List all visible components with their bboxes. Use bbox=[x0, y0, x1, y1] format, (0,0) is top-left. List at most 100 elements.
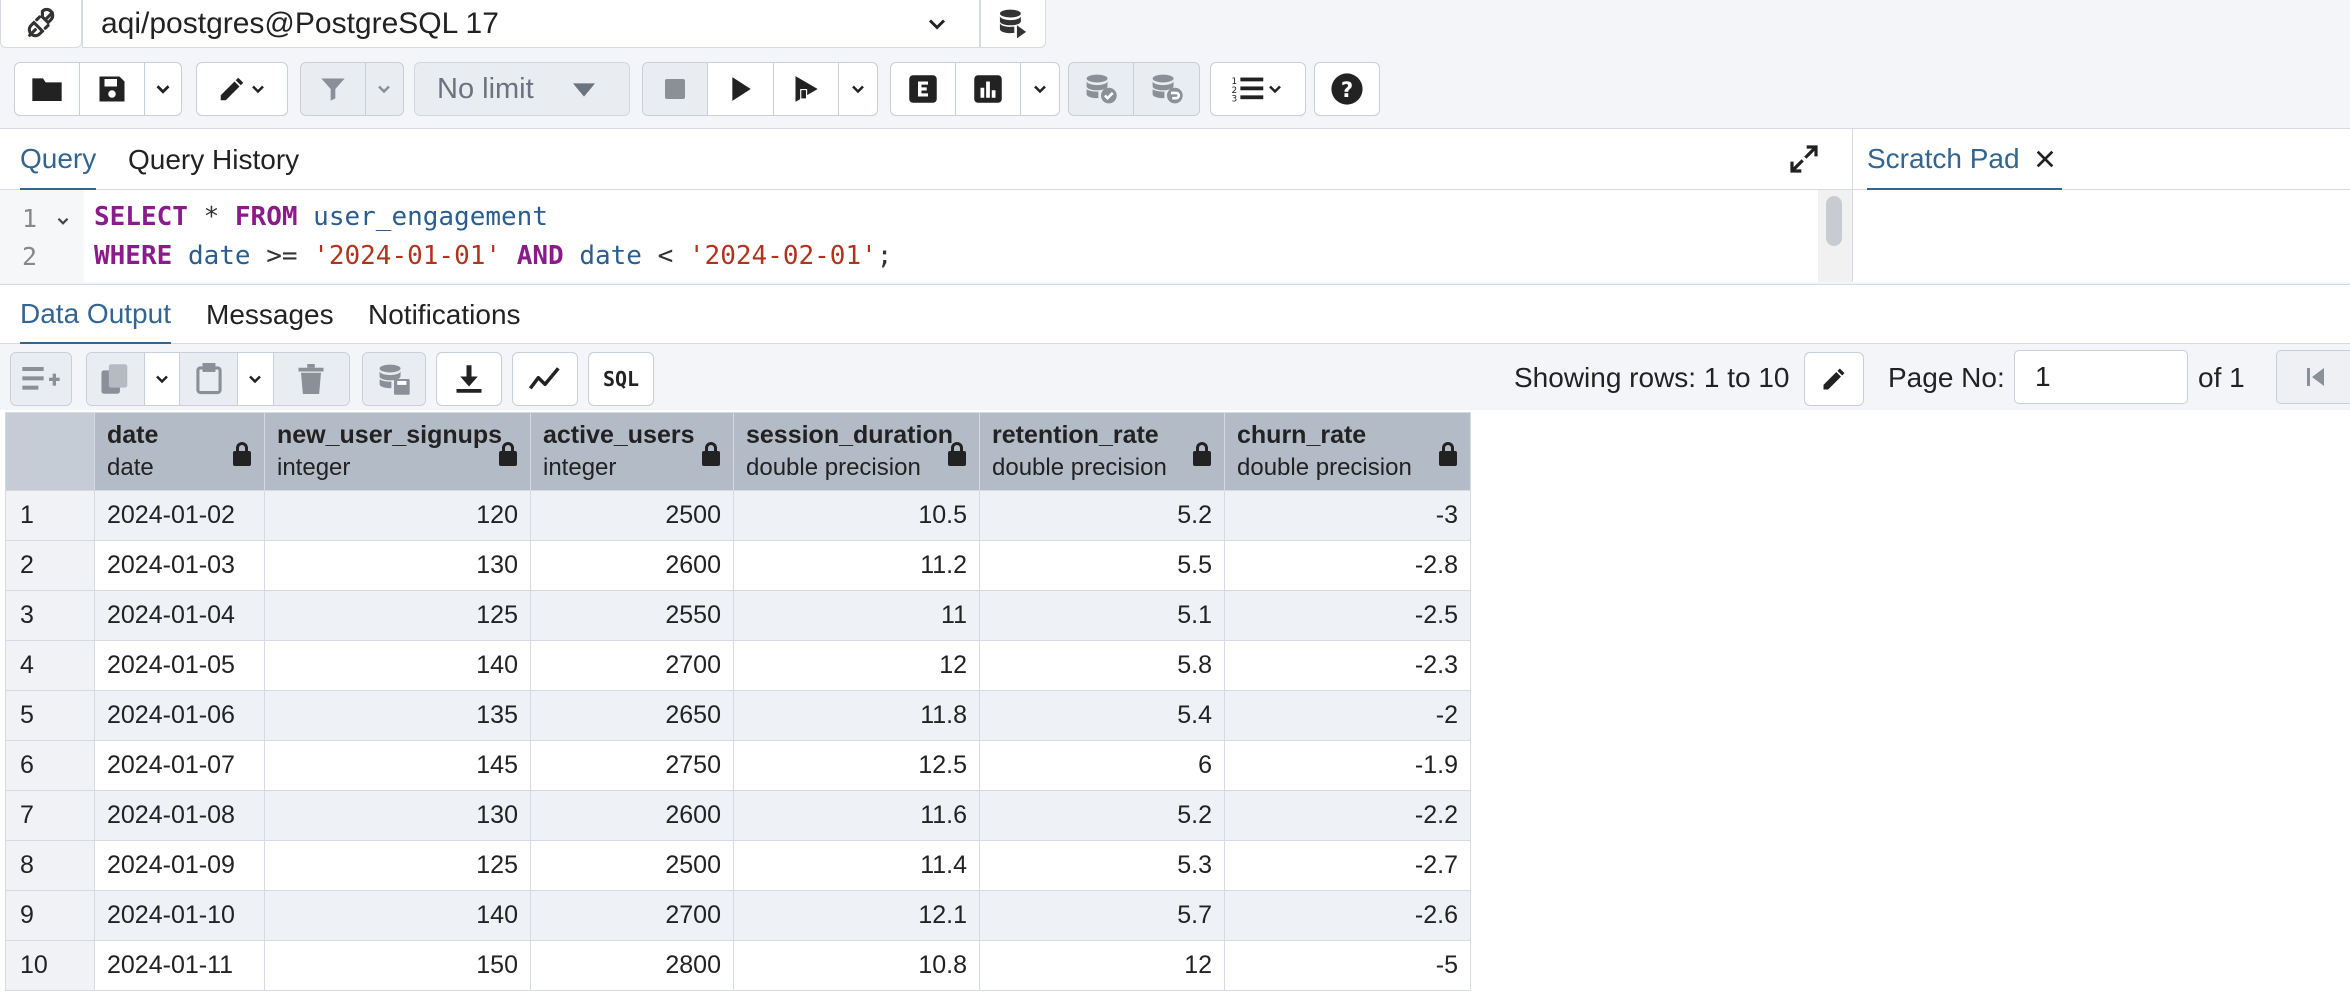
table-cell[interactable]: 2700 bbox=[530, 640, 734, 691]
explain-button[interactable] bbox=[891, 63, 957, 115]
row-number[interactable]: 8 bbox=[5, 840, 95, 891]
table-cell[interactable]: 125 bbox=[264, 840, 531, 891]
table-row[interactable]: 7 2024-01-08 130 2600 11.6 5.2 -2.2 bbox=[5, 790, 1471, 841]
table-cell[interactable]: 11.6 bbox=[733, 790, 980, 841]
table-row[interactable]: 6 2024-01-07 145 2750 12.5 6 -1.9 bbox=[5, 740, 1471, 791]
table-cell[interactable]: 2024-01-02 bbox=[94, 490, 265, 541]
row-number[interactable]: 3 bbox=[5, 590, 95, 641]
add-row-button[interactable] bbox=[10, 352, 72, 406]
stop-button[interactable] bbox=[643, 63, 709, 115]
copy-button[interactable] bbox=[87, 353, 145, 405]
table-cell[interactable]: 2550 bbox=[530, 590, 734, 641]
table-cell[interactable]: 2750 bbox=[530, 740, 734, 791]
row-number[interactable]: 7 bbox=[5, 790, 95, 841]
first-page-button[interactable] bbox=[2276, 350, 2350, 404]
tab-notifications[interactable]: Notifications bbox=[368, 285, 521, 345]
table-cell[interactable]: 2600 bbox=[530, 540, 734, 591]
table-cell[interactable]: 130 bbox=[264, 540, 531, 591]
tab-query[interactable]: Query bbox=[20, 129, 97, 191]
new-connection-button[interactable] bbox=[980, 0, 1046, 48]
copy-options-dropdown[interactable] bbox=[145, 353, 181, 405]
table-cell[interactable]: 2500 bbox=[530, 840, 734, 891]
table-cell[interactable]: 2024-01-03 bbox=[94, 540, 265, 591]
table-cell[interactable]: 5.5 bbox=[979, 540, 1225, 591]
table-cell[interactable]: 2650 bbox=[530, 690, 734, 741]
download-button[interactable] bbox=[437, 353, 501, 405]
commit-button[interactable] bbox=[1069, 63, 1134, 115]
table-cell[interactable]: 2700 bbox=[530, 890, 734, 941]
save-options-dropdown[interactable] bbox=[145, 63, 181, 115]
help-button[interactable]: ? bbox=[1315, 63, 1379, 115]
table-cell[interactable]: -2.3 bbox=[1224, 640, 1471, 691]
table-cell[interactable]: 2800 bbox=[530, 940, 734, 991]
delete-button[interactable] bbox=[273, 353, 349, 405]
row-number[interactable]: 4 bbox=[5, 640, 95, 691]
table-cell[interactable]: 145 bbox=[264, 740, 531, 791]
table-cell[interactable]: 5.3 bbox=[979, 840, 1225, 891]
tab-messages[interactable]: Messages bbox=[206, 285, 334, 345]
table-cell[interactable]: 150 bbox=[264, 940, 531, 991]
explain-analyze-button[interactable] bbox=[956, 63, 1022, 115]
open-file-button[interactable] bbox=[15, 63, 81, 115]
table-cell[interactable]: 2024-01-08 bbox=[94, 790, 265, 841]
column-header[interactable]: date date bbox=[94, 412, 265, 491]
row-limit-select[interactable]: No limit bbox=[414, 62, 630, 116]
table-row[interactable]: 1 2024-01-02 120 2500 10.5 5.2 -3 bbox=[5, 490, 1471, 541]
table-cell[interactable]: 2600 bbox=[530, 790, 734, 841]
execute-button[interactable] bbox=[708, 63, 774, 115]
table-row[interactable]: 10 2024-01-11 150 2800 10.8 12 -5 bbox=[5, 940, 1471, 991]
table-cell[interactable]: -2.8 bbox=[1224, 540, 1471, 591]
column-header[interactable]: retention_rate double precision bbox=[979, 412, 1225, 491]
table-cell[interactable]: 5.7 bbox=[979, 890, 1225, 941]
graph-visualiser-button[interactable] bbox=[513, 353, 577, 405]
table-cell[interactable]: 11.4 bbox=[733, 840, 980, 891]
connection-select[interactable]: aqi/postgres@PostgreSQL 17 bbox=[82, 0, 980, 48]
table-cell[interactable]: -3 bbox=[1224, 490, 1471, 541]
table-cell[interactable]: 5.4 bbox=[979, 690, 1225, 741]
maximize-button[interactable] bbox=[1788, 143, 1820, 180]
table-cell[interactable]: 5.2 bbox=[979, 490, 1225, 541]
table-cell[interactable]: 11 bbox=[733, 590, 980, 641]
table-cell[interactable]: 12 bbox=[979, 940, 1225, 991]
row-number[interactable]: 2 bbox=[5, 540, 95, 591]
sql-editor[interactable]: 1 2 SELECT * FROM user_engagement WHERE … bbox=[0, 190, 1852, 282]
edit-dropdown-button[interactable] bbox=[197, 63, 287, 115]
table-row[interactable]: 5 2024-01-06 135 2650 11.8 5.4 -2 bbox=[5, 690, 1471, 741]
row-number-header[interactable] bbox=[5, 412, 95, 491]
scratch-pad-editor[interactable] bbox=[1852, 190, 2350, 282]
sql-view-button[interactable]: SQL bbox=[589, 353, 653, 405]
macros-dropdown-button[interactable]: 123 bbox=[1211, 63, 1305, 115]
table-cell[interactable]: 2024-01-09 bbox=[94, 840, 265, 891]
row-number[interactable]: 6 bbox=[5, 740, 95, 791]
row-number[interactable]: 5 bbox=[5, 690, 95, 741]
table-cell[interactable]: 12 bbox=[733, 640, 980, 691]
tab-data-output[interactable]: Data Output bbox=[20, 285, 171, 345]
table-cell[interactable]: 120 bbox=[264, 490, 531, 541]
table-row[interactable]: 2 2024-01-03 130 2600 11.2 5.5 -2.8 bbox=[5, 540, 1471, 591]
table-cell[interactable]: 12.1 bbox=[733, 890, 980, 941]
edit-pagination-button[interactable] bbox=[1804, 352, 1864, 406]
tab-scratch-pad[interactable]: Scratch Pad bbox=[1867, 129, 2062, 191]
save-data-button[interactable] bbox=[363, 353, 425, 405]
table-row[interactable]: 3 2024-01-04 125 2550 11 5.1 -2.5 bbox=[5, 590, 1471, 641]
save-button[interactable] bbox=[80, 63, 146, 115]
editor-scrollbar-thumb[interactable] bbox=[1826, 196, 1842, 246]
table-row[interactable]: 9 2024-01-10 140 2700 12.1 5.7 -2.6 bbox=[5, 890, 1471, 941]
table-cell[interactable]: -2.2 bbox=[1224, 790, 1471, 841]
table-cell[interactable]: 135 bbox=[264, 690, 531, 741]
table-cell[interactable]: 140 bbox=[264, 640, 531, 691]
table-cell[interactable]: 10.5 bbox=[733, 490, 980, 541]
table-cell[interactable]: 2024-01-04 bbox=[94, 590, 265, 641]
table-cell[interactable]: -1.9 bbox=[1224, 740, 1471, 791]
table-cell[interactable]: 6 bbox=[979, 740, 1225, 791]
table-cell[interactable]: 10.8 bbox=[733, 940, 980, 991]
table-cell[interactable]: 12.5 bbox=[733, 740, 980, 791]
connection-status-button[interactable] bbox=[0, 0, 82, 48]
table-cell[interactable]: -2 bbox=[1224, 690, 1471, 741]
row-number[interactable]: 10 bbox=[5, 940, 95, 991]
table-cell[interactable]: 5.2 bbox=[979, 790, 1225, 841]
paste-button[interactable] bbox=[180, 353, 238, 405]
table-cell[interactable]: 5.1 bbox=[979, 590, 1225, 641]
table-row[interactable]: 8 2024-01-09 125 2500 11.4 5.3 -2.7 bbox=[5, 840, 1471, 891]
explain-options-dropdown[interactable] bbox=[1021, 63, 1059, 115]
